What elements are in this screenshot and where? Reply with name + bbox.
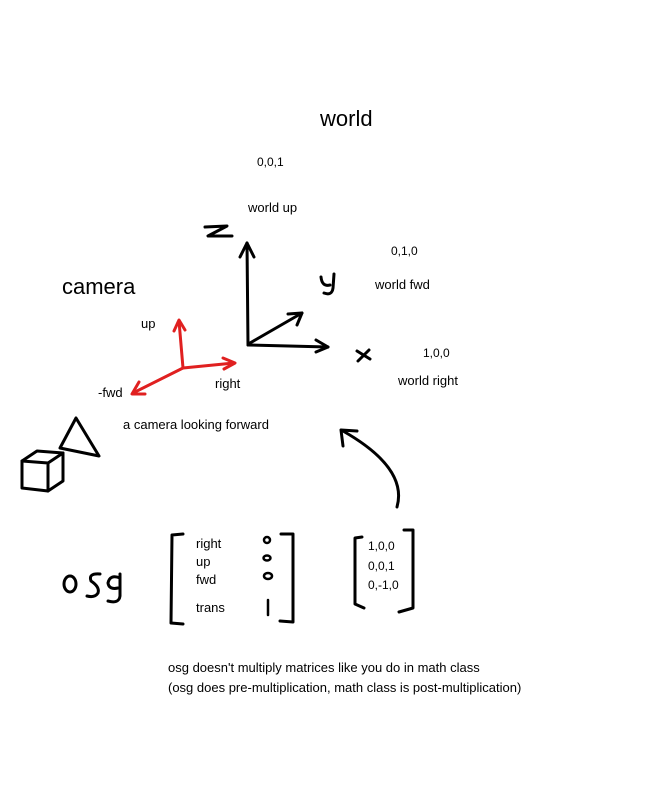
osg-note-line-1: osg doesn't multiply matrices like you d… — [168, 660, 480, 675]
column-mark-1 — [262, 535, 272, 545]
camera-caption: a camera looking forward — [123, 417, 269, 432]
camera-fwd-axis — [131, 366, 185, 395]
diagram-canvas: world 0,0,1 world up 0,1,0 world fwd 1,0… — [0, 0, 672, 790]
matrix-column-marks — [262, 535, 274, 617]
matrix-value-1: 1,0,0 — [368, 539, 395, 553]
world-up-vector: 0,0,1 — [257, 155, 284, 169]
camera-title: camera — [62, 274, 136, 299]
camera-body-front — [20, 459, 50, 493]
world-fwd-axis — [248, 311, 304, 345]
matrix-left-open-bracket — [169, 532, 185, 626]
matrix-right-close-bracket — [397, 528, 415, 614]
matrix-value-3: 0,-1,0 — [368, 578, 399, 592]
camera-right-label: right — [215, 376, 241, 391]
camera-fwd-label: -fwd — [98, 385, 123, 400]
camera-sketch — [20, 416, 101, 493]
matrix-row-up: up — [196, 554, 211, 569]
matrix-right-open-bracket — [353, 535, 366, 610]
world-right-axis — [246, 343, 330, 349]
world-axis-letters — [203, 224, 372, 363]
column-mark-2 — [262, 554, 272, 562]
world-fwd-label: world fwd — [375, 277, 430, 292]
y-letter-mark — [319, 272, 336, 296]
world-up-label: world up — [248, 200, 298, 215]
z-letter-mark — [203, 224, 234, 238]
world-right-label: world right — [398, 373, 458, 388]
world-title: world — [320, 106, 373, 131]
matrix-row-right: right — [196, 536, 222, 551]
world-axes — [238, 241, 330, 354]
transform-arrow — [339, 428, 400, 509]
world-up-axis — [245, 241, 250, 347]
transform-arrow-curve — [341, 429, 400, 509]
world-fwd-vector: 0,1,0 — [391, 244, 418, 258]
matrix-value-2: 0,0,1 — [368, 559, 395, 573]
matrix-left-brackets — [169, 532, 295, 626]
world-right-vector: 1,0,0 — [423, 346, 450, 360]
x-letter-mark — [355, 348, 372, 363]
osg-note-line-2: (osg does pre-multiplication, math class… — [168, 680, 522, 695]
osg-o-stroke — [62, 574, 78, 594]
matrix-row-trans: trans — [196, 600, 225, 615]
camera-up-label: up — [141, 316, 156, 331]
matrix-left-close-bracket — [278, 532, 295, 624]
camera-cone — [58, 416, 101, 458]
column-mark-3 — [262, 571, 274, 581]
osg-g-stroke — [106, 572, 122, 604]
osg-s-stroke — [85, 572, 102, 599]
matrix-row-fwd: fwd — [196, 572, 217, 587]
osg-handwriting — [62, 572, 122, 604]
